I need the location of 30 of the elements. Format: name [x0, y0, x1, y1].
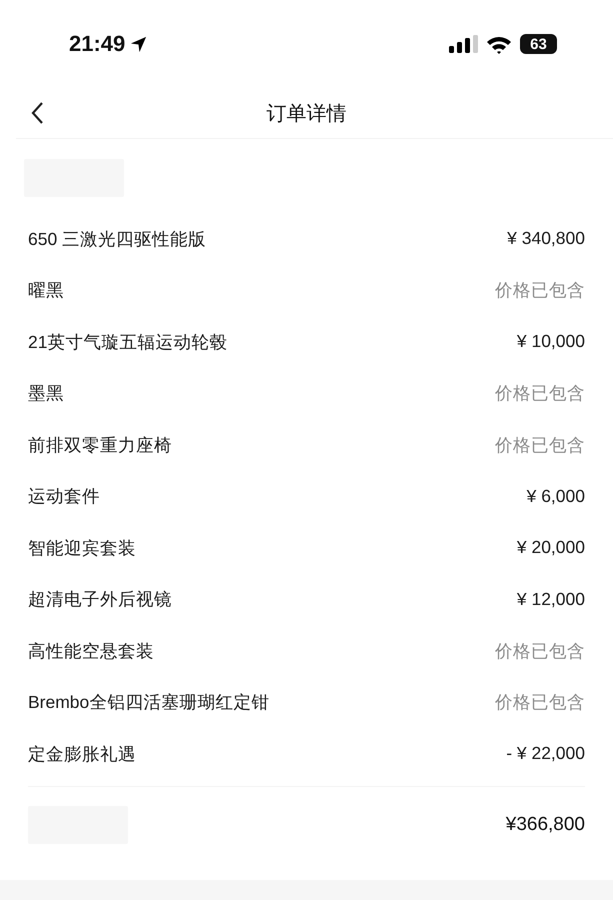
page-title: 订单详情: [266, 102, 348, 126]
included-note: 价格已包含: [495, 434, 585, 457]
item-name: 650 三激光四驱性能版: [28, 228, 206, 251]
item-price: ¥ 10,000: [516, 331, 585, 352]
included-note: 价格已包含: [495, 279, 585, 302]
included-note: 价格已包含: [495, 640, 585, 663]
item-name: Brembo全铝四活塞珊瑚红定钳: [28, 691, 270, 714]
item-name: 21英寸气璇五辐运动轮毂: [28, 330, 228, 354]
included-note: 价格已包含: [495, 382, 585, 406]
location-arrow-icon: [129, 34, 148, 54]
item-name: 高性能空悬套装: [28, 640, 154, 663]
back-icon[interactable]: [30, 101, 44, 125]
item-price: - ¥ 22,000: [506, 743, 585, 764]
item-name: 墨黑: [28, 382, 64, 406]
item-name: 智能迎宾套装: [28, 536, 136, 560]
item-price: ¥ 340,800: [507, 228, 585, 250]
item-price: ¥ 6,000: [526, 486, 585, 507]
wifi-icon: [486, 34, 512, 54]
item-price: ¥ 12,000: [516, 588, 585, 610]
item-price: ¥ 20,000: [516, 537, 585, 558]
signal-icon: [449, 35, 478, 53]
battery-level: 63: [530, 36, 547, 52]
item-name: 前排双零重力座椅: [28, 434, 172, 457]
item-name: 运动套件: [28, 485, 100, 508]
included-note: 价格已包含: [495, 691, 585, 714]
clock-time: 21:49: [69, 31, 126, 57]
item-name: 曜黑: [28, 279, 64, 302]
item-name: 超清电子外后视镜: [28, 588, 172, 612]
item-name: 定金膨胀礼遇: [28, 742, 136, 766]
total-price: ¥366,800: [506, 814, 585, 836]
